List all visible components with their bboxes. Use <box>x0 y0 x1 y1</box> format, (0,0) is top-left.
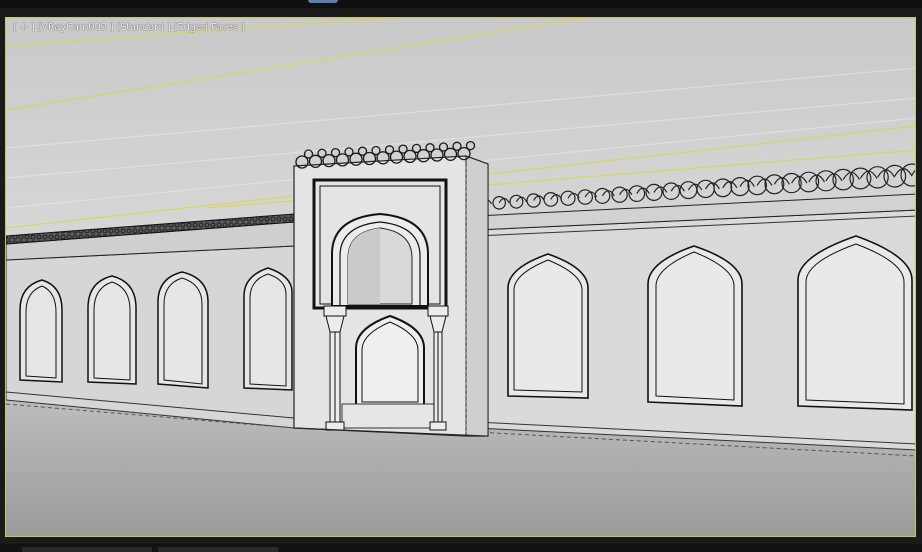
bottom-bar-segment <box>158 547 278 552</box>
viewport-bottom-bar <box>0 544 922 552</box>
viewport-camera-menu[interactable]: [VRayCam003 ] <box>38 22 114 33</box>
viewport-display-menu[interactable]: [Edged Faces ] <box>174 22 245 33</box>
viewport-plus-menu[interactable]: [ + ] <box>13 22 35 33</box>
active-viewport-frame[interactable]: [ + ] [VRayCam003 ] [Standard ] [Edged F… <box>5 17 916 537</box>
viewport-scene[interactable] <box>6 18 916 537</box>
viewport-top-toolbar <box>0 0 922 8</box>
3d-viewport[interactable]: [ + ] [VRayCam003 ] [Standard ] [Edged F… <box>0 8 922 544</box>
gate-main-arch <box>331 212 429 307</box>
viewport-label-menu[interactable]: [ + ] [VRayCam003 ] [Standard ] [Edged F… <box>13 22 245 34</box>
active-toolbar-tab[interactable] <box>308 0 338 3</box>
bottom-bar-segment <box>22 547 152 552</box>
viewport-shading-menu[interactable]: [Standard ] <box>116 22 170 33</box>
